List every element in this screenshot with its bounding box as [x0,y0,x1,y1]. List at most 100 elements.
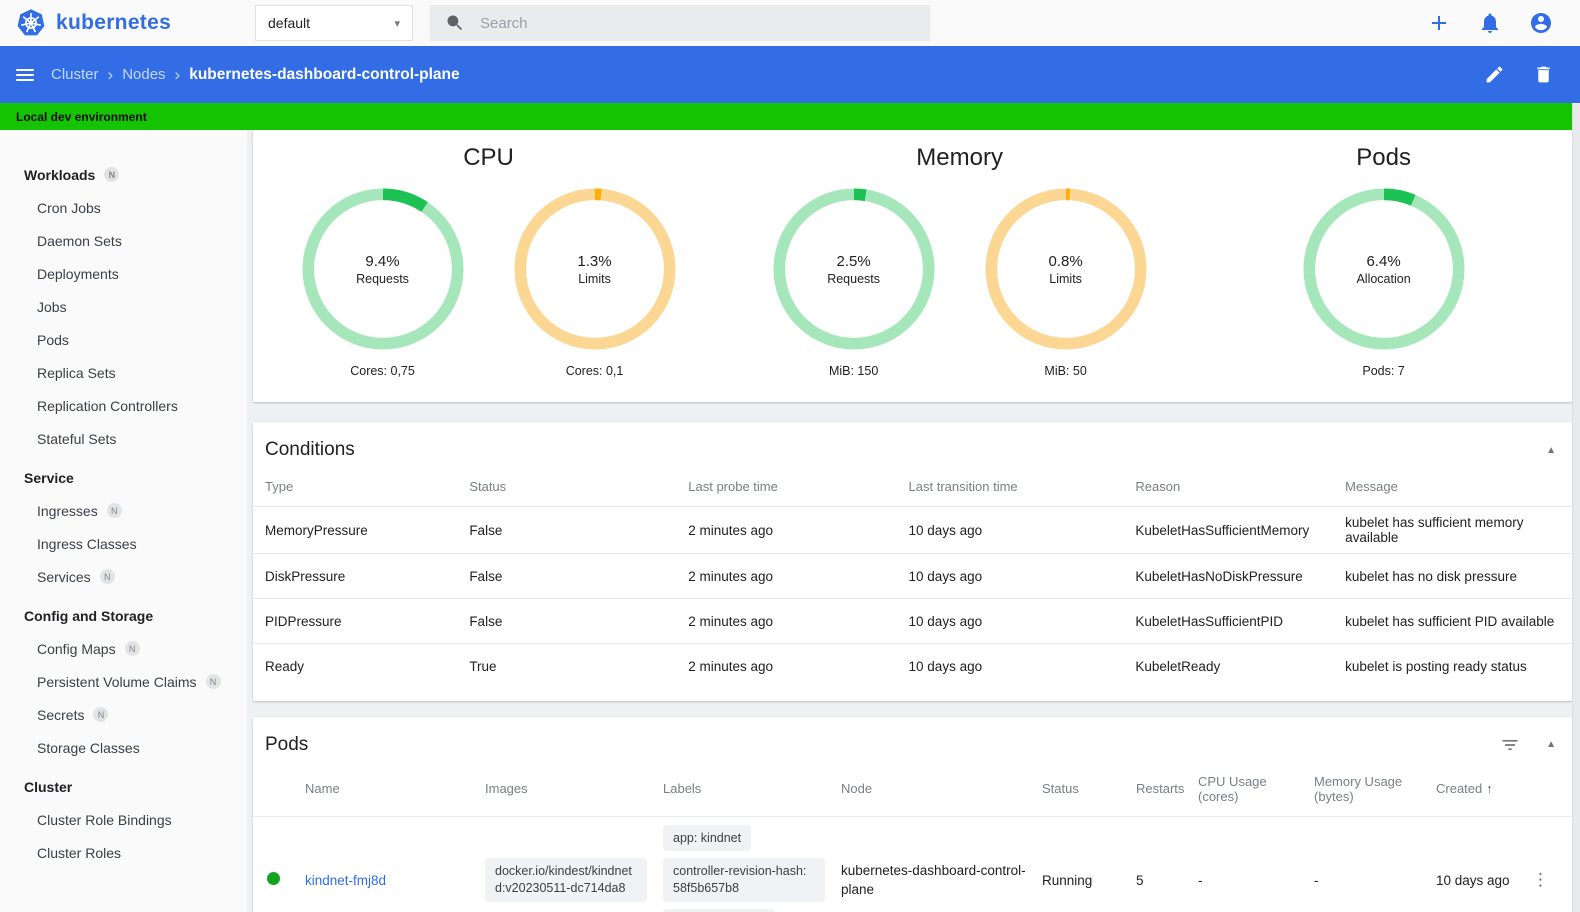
sidebar-item-secrets[interactable]: Secrets N [0,698,247,731]
notifications-button[interactable] [1478,11,1502,35]
pod-node-cell: kubernetes-dashboard-control-plane [841,815,1042,912]
sidebar-item-ingresses[interactable]: Ingresses N [0,494,247,527]
resource-actions [1484,64,1554,85]
new-badge: N [93,707,109,722]
condition-row: PIDPressure False 2 minutes ago 10 days ago… [253,598,1572,644]
condition-cell-type: DiskPressure [253,553,470,599]
sidebar-item-replication-controllers[interactable]: Replication Controllers [0,389,247,422]
breadcrumb-cluster[interactable]: Cluster [51,66,99,83]
column-header-last-probe-time: Last probe time [688,479,778,494]
donut-metric-label: Requests [356,271,409,286]
breadcrumb-nodes[interactable]: Nodes [122,66,165,83]
sidebar-item-label: Cluster Roles [37,844,122,861]
sidebar-group-label: Service [24,469,74,486]
gauge-row: 6.4% Allocation Pods: 7 [1301,186,1467,378]
sidebar-item-services[interactable]: Services N [0,560,247,593]
delete-button[interactable] [1533,64,1554,85]
brand-wordmark: kubernetes [56,11,172,34]
donut-metric-label: Requests [827,271,881,286]
sidebar-item-label: Storage Classes [37,739,140,756]
new-badge: N [99,569,115,584]
condition-cell-message: kubelet is posting ready status [1345,643,1572,689]
sidebar-item-label: Stateful Sets [37,430,117,447]
namespace-selector[interactable]: default ▾ [255,5,413,41]
pods-title: Pods [265,733,309,755]
pod-cpu-usage-cell: - [1198,815,1314,912]
pod-name-link[interactable]: kindnet-fmj8d [305,873,386,888]
namespace-value: default [268,15,311,31]
sidebar-item-config-maps[interactable]: Config Maps N [0,632,247,665]
sidebar-item-pods[interactable]: Pods [0,323,247,356]
donut-ring: 2.5% Requests [771,186,937,352]
labels-stack: app: kindnet controller-revision-hash: 58… [663,824,825,912]
column-header-images[interactable]: Images [485,766,663,817]
sidebar-item-replica-sets[interactable]: Replica Sets [0,356,247,389]
collapse-icon[interactable]: ▲ [1546,739,1556,750]
sidebar-item-storage-classes[interactable]: Storage Classes [0,731,247,764]
sidebar-group-workloads[interactable]: Workloads N [0,158,247,191]
pod-labels-cell: app: kindnet controller-revision-hash: 58… [663,815,841,912]
sidebar-item-persistent-volume-claims[interactable]: Persistent Volume Claims N [0,665,247,698]
sidebar-group-cluster[interactable]: Cluster [0,770,247,803]
scrollbar[interactable] [1572,104,1580,912]
edit-button[interactable] [1484,64,1505,85]
condition-cell-last-transition-time: 10 days ago [908,598,1136,644]
create-button[interactable] [1427,11,1451,35]
top-actions [1427,11,1580,35]
condition-row: Ready True 2 minutes ago 10 days ago Kubelet… [253,643,1572,689]
donut-center-text: 9.4% Requests [300,186,466,352]
column-header-status[interactable]: Status [1042,766,1136,817]
pod-restarts-cell: 5 [1136,815,1198,912]
donut-ring: 1.3% Limits [512,186,678,352]
donut-metric-label: Limits [1049,271,1082,286]
sidebar: Workloads N Cron Jobs Daemon Sets Deployment… [0,130,247,912]
sidebar-item-jobs[interactable]: Jobs [0,290,247,323]
sidebar-item-label: Replica Sets [37,364,116,381]
sidebar-item-label: Daemon Sets [37,232,122,249]
column-header-node[interactable]: Node [841,766,1042,817]
sidebar-group-service[interactable]: Service [0,461,247,494]
condition-cell-reason: KubeletHasSufficientPID [1135,598,1346,644]
column-header-created[interactable]: Created ↑ [1436,766,1532,817]
sidebar-item-label: Secrets [37,706,85,723]
condition-cell-type: Ready [253,643,470,689]
donut-footer: Cores: 0,75 [350,364,415,378]
sidebar-item-cluster-role-bindings[interactable]: Cluster Role Bindings [0,803,247,836]
donut-center-text: 0.8% Limits [983,186,1149,352]
sidebar-item-cluster-roles[interactable]: Cluster Roles [0,836,247,869]
donut-footer: MiB: 150 [828,364,879,378]
column-header-reason: Reason [1135,479,1181,494]
search-bar[interactable] [430,5,930,41]
kebab-menu-icon[interactable]: ⋮ [1532,870,1549,890]
pods-table: Name Images Labels Node Status Restarts CPU Us… [253,766,1572,912]
account-button[interactable] [1529,11,1553,35]
search-icon [447,15,463,31]
plus-icon [1432,16,1446,30]
condition-cell-reason: KubeletHasNoDiskPressure [1135,553,1346,599]
column-header-message: Message [1345,479,1398,494]
image-chip: docker.io/kindest/kindnetd:v20230511-dc7… [485,858,647,903]
column-header-memory-usage-bytes[interactable]: Memory Usage (bytes) [1314,766,1436,817]
filter-button[interactable] [1500,735,1520,755]
pod-memory-usage-cell: - [1314,815,1436,912]
sidebar-item-stateful-sets[interactable]: Stateful Sets [0,422,247,455]
column-header-labels[interactable]: Labels [663,766,841,817]
sidebar-item-ingress-classes[interactable]: Ingress Classes [0,527,247,560]
environment-banner: Local dev environment [0,103,1572,130]
collapse-icon[interactable]: ▲ [1546,445,1556,456]
column-header-restarts[interactable]: Restarts [1136,766,1198,817]
sidebar-group-config-and-storage[interactable]: Config and Storage [0,599,247,632]
search-input[interactable] [480,14,915,32]
breadcrumb: Cluster › Nodes › kubernetes-dashboard-c… [51,66,460,84]
sidebar-item-label: Replication Controllers [37,397,178,414]
sidebar-item-deployments[interactable]: Deployments [0,257,247,290]
column-header-name[interactable]: Name [305,766,485,817]
condition-cell-reason: KubeletReady [1135,643,1346,689]
menu-button[interactable] [16,68,34,81]
chart-section-memory: Memory 2.5% Requests MiB: 150 0.8% Limits MiB:… [724,144,1195,378]
sidebar-item-cron-jobs[interactable]: Cron Jobs [0,191,247,224]
sidebar-item-label: Cluster Role Bindings [37,811,172,828]
sidebar-item-daemon-sets[interactable]: Daemon Sets [0,224,247,257]
column-header-cpu-usage-cores[interactable]: CPU Usage (cores) [1198,766,1314,817]
condition-cell-message: kubelet has sufficient PID available [1345,598,1572,644]
